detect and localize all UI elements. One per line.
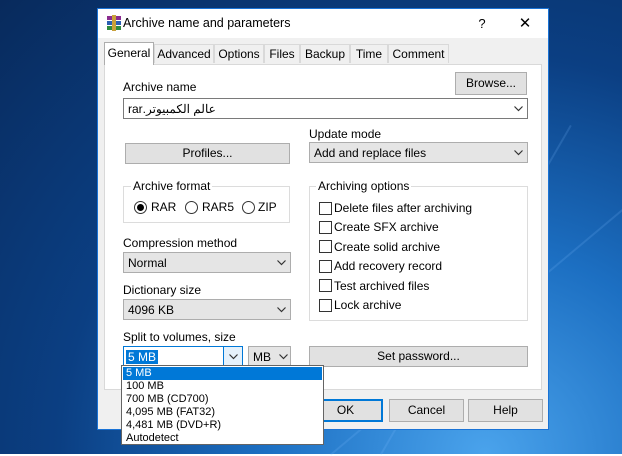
split-volumes-value[interactable]: 5 MB	[126, 350, 159, 364]
compression-method-label: Compression method	[123, 236, 238, 250]
chevron-down-icon[interactable]	[509, 99, 527, 118]
radio-rar-label[interactable]: RAR	[151, 200, 176, 214]
dropdown-item-100mb[interactable]: 100 MB	[123, 380, 322, 393]
update-mode-label: Update mode	[309, 127, 382, 141]
title-help-button[interactable]: ?	[468, 13, 496, 35]
split-unit-value: MB	[253, 350, 271, 364]
profiles-button[interactable]: Profiles...	[125, 143, 290, 164]
chevron-down-icon[interactable]	[223, 347, 242, 366]
radio-selected-dot	[137, 204, 144, 211]
archive-name-value: عالم الكمبيوتر.rar	[128, 102, 216, 116]
archive-name-combo[interactable]: عالم الكمبيوتر.rar	[123, 98, 528, 119]
radio-rar5-label[interactable]: RAR5	[202, 200, 234, 214]
dropdown-item-5mb[interactable]: 5 MB	[123, 367, 322, 380]
compression-method-value: Normal	[128, 256, 167, 270]
tab-time[interactable]: Time	[350, 44, 388, 63]
dropdown-item-fat32[interactable]: 4,095 MB (FAT32)	[123, 406, 322, 419]
archive-format-group: Archive format RAR RAR5 ZIP	[123, 179, 290, 223]
radio-zip-label[interactable]: ZIP	[258, 200, 277, 214]
checkbox-test-archived-label[interactable]: Test archived files	[334, 279, 429, 293]
checkbox-solid-archive-label[interactable]: Create solid archive	[334, 240, 440, 254]
help-button[interactable]: Help	[468, 399, 543, 422]
dropdown-item-cd700[interactable]: 700 MB (CD700)	[123, 393, 322, 406]
radio-zip[interactable]	[242, 201, 255, 214]
update-mode-combo[interactable]: Add and replace files	[309, 142, 528, 163]
radio-rar[interactable]	[134, 201, 147, 214]
dictionary-size-label: Dictionary size	[123, 283, 202, 297]
set-password-button[interactable]: Set password...	[309, 346, 528, 367]
archiving-options-group: Archiving options Delete files after arc…	[309, 179, 528, 321]
chevron-down-icon[interactable]	[272, 300, 290, 319]
split-volumes-dropdown: 5 MB 100 MB 700 MB (CD700) 4,095 MB (FAT…	[121, 365, 324, 445]
chevron-down-icon[interactable]	[272, 253, 290, 272]
title-bar[interactable]: Archive name and parameters ? ✕	[98, 9, 548, 38]
tab-files[interactable]: Files	[264, 44, 300, 63]
checkbox-recovery-record[interactable]	[319, 260, 332, 273]
dictionary-size-combo[interactable]: 4096 KB	[123, 299, 291, 320]
archive-format-label: Archive format	[131, 179, 213, 193]
checkbox-delete-files[interactable]	[319, 202, 332, 215]
winrar-icon	[107, 15, 121, 31]
checkbox-solid-archive[interactable]	[319, 240, 332, 253]
window-title: Archive name and parameters	[123, 16, 291, 30]
checkbox-delete-files-label[interactable]: Delete files after archiving	[334, 201, 472, 215]
tab-comment[interactable]: Comment	[388, 44, 449, 63]
tab-backup[interactable]: Backup	[300, 44, 350, 63]
chevron-down-icon[interactable]	[276, 347, 290, 366]
tab-general[interactable]: General	[104, 42, 154, 65]
split-unit-combo[interactable]: MB	[248, 346, 291, 367]
checkbox-test-archived[interactable]	[319, 279, 332, 292]
dropdown-item-dvdr[interactable]: 4,481 MB (DVD+R)	[123, 419, 322, 432]
checkbox-recovery-record-label[interactable]: Add recovery record	[334, 259, 442, 273]
dictionary-size-value: 4096 KB	[128, 303, 175, 317]
split-volumes-combo[interactable]: 5 MB	[123, 346, 243, 367]
tab-advanced[interactable]: Advanced	[154, 44, 214, 63]
archive-name-label: Archive name	[123, 80, 197, 94]
compression-method-combo[interactable]: Normal	[123, 252, 291, 273]
chevron-down-icon[interactable]	[509, 143, 527, 162]
checkbox-create-sfx[interactable]	[319, 221, 332, 234]
checkbox-create-sfx-label[interactable]: Create SFX archive	[334, 220, 439, 234]
split-volumes-label: Split to volumes, size	[123, 330, 236, 344]
checkbox-lock-archive-label[interactable]: Lock archive	[334, 298, 401, 312]
checkbox-lock-archive[interactable]	[319, 299, 332, 312]
update-mode-value: Add and replace files	[314, 146, 427, 160]
radio-rar5[interactable]	[185, 201, 198, 214]
browse-button[interactable]: Browse...	[455, 72, 527, 95]
close-button[interactable]: ✕	[510, 13, 540, 35]
cancel-button[interactable]: Cancel	[389, 399, 464, 422]
archiving-options-label: Archiving options	[316, 179, 412, 193]
dropdown-item-autodetect[interactable]: Autodetect	[123, 432, 322, 445]
general-tab-page: Archive name Browse... عالم الكمبيوتر.ra…	[104, 64, 542, 390]
tab-options[interactable]: Options	[214, 44, 264, 63]
